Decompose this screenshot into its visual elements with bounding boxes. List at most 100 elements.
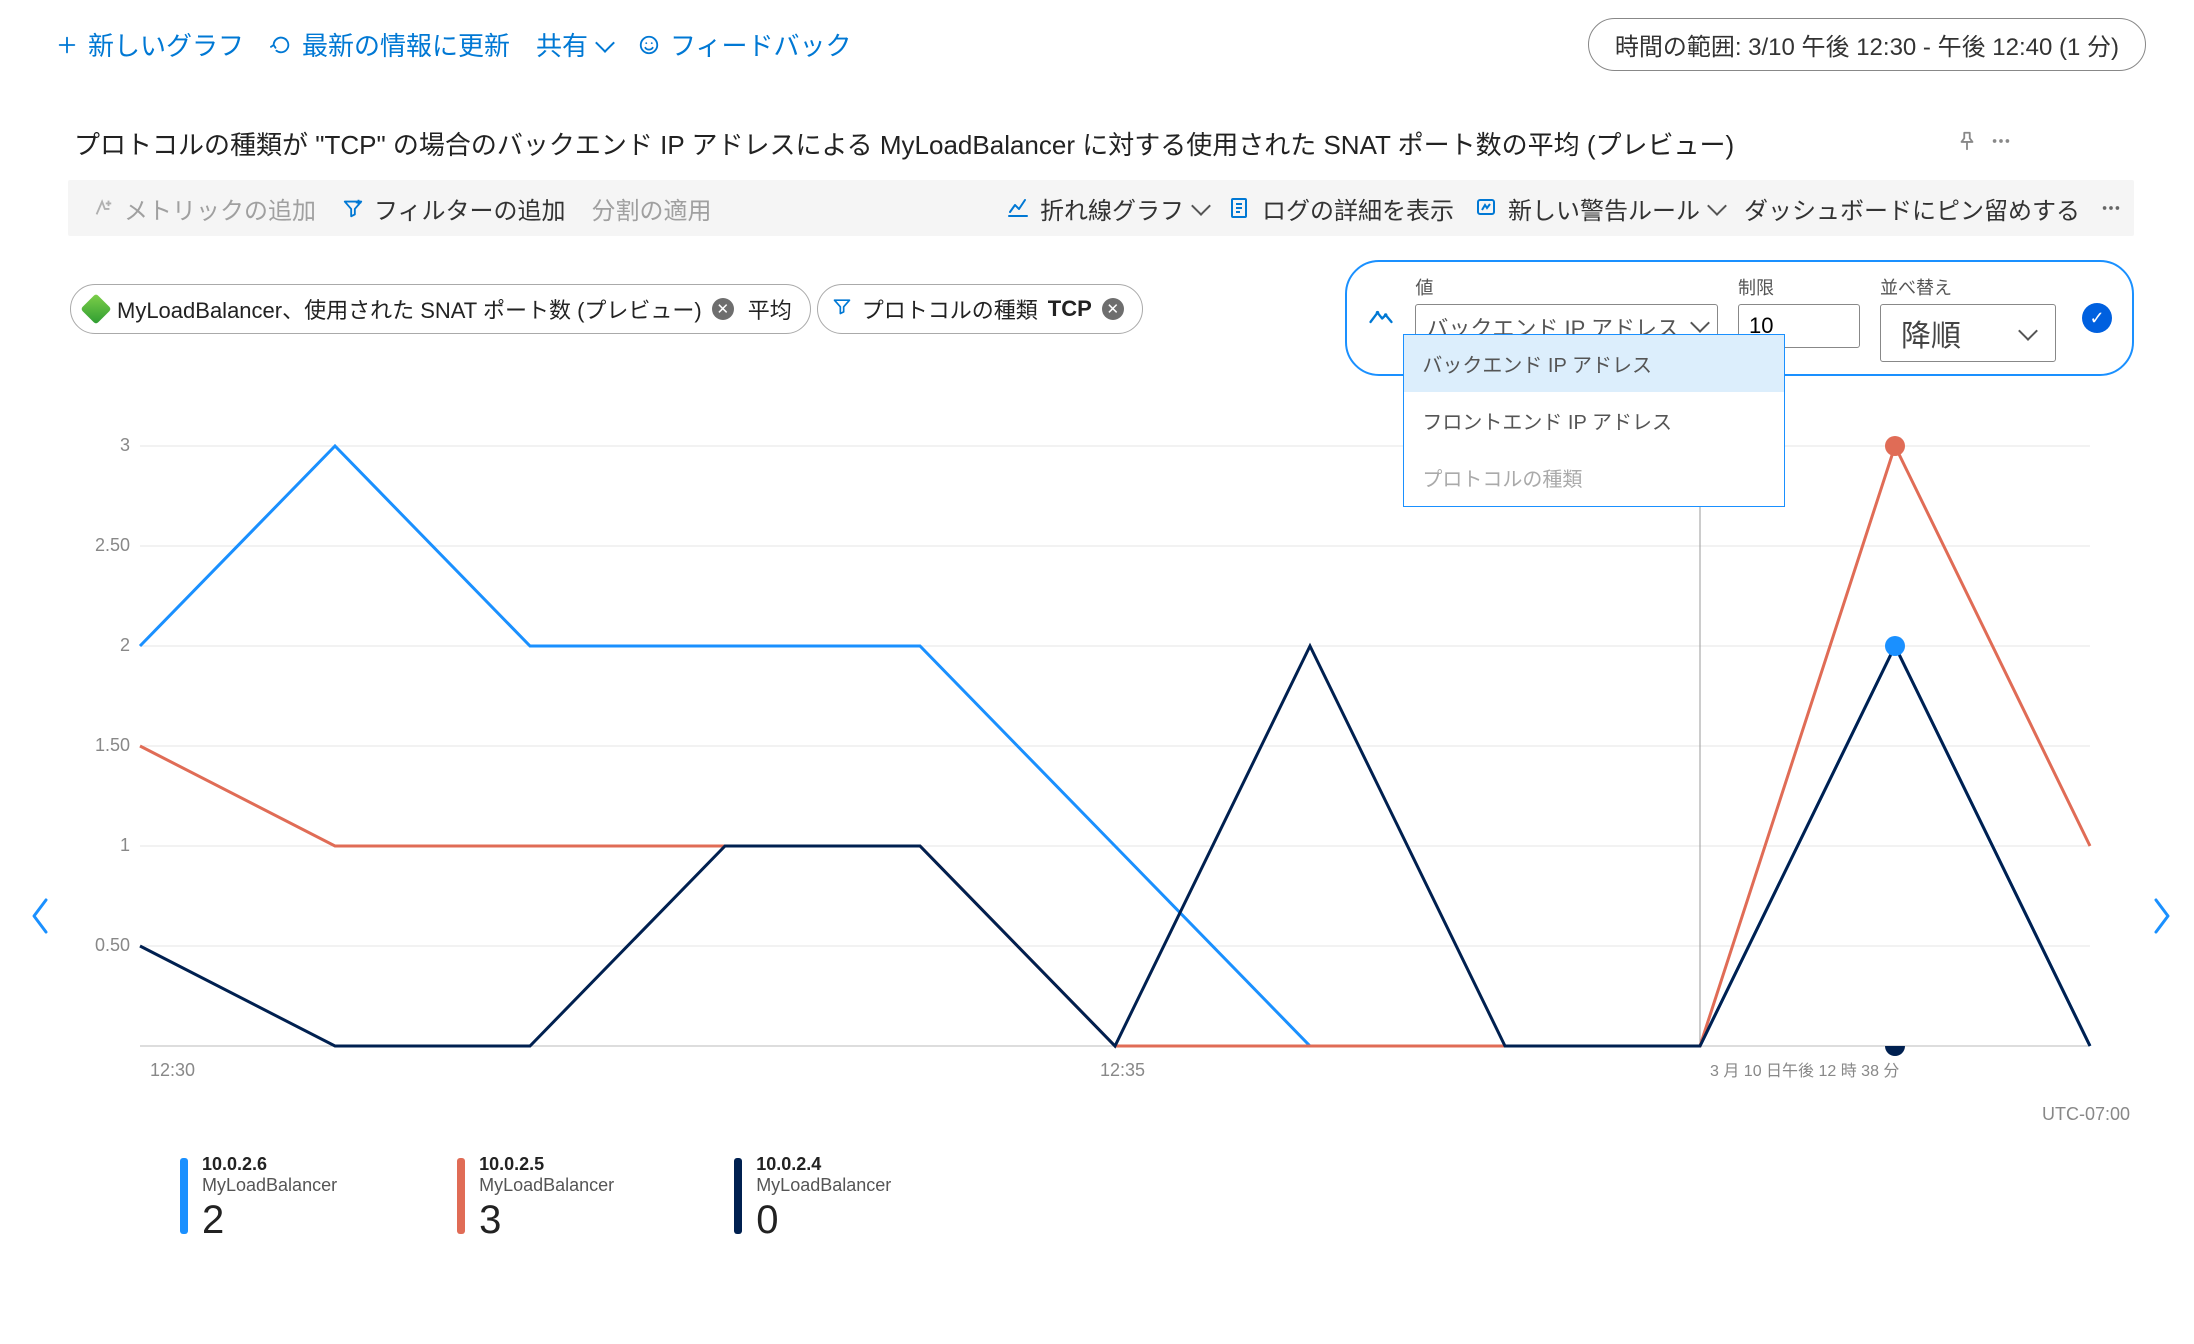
new-alert-label: 新しい警告ルール	[1508, 191, 1700, 226]
legend-entry-2[interactable]: 10.0.2.5 MyLoadBalancer 3	[457, 1154, 614, 1243]
legend-entry-1[interactable]: 10.0.2.6 MyLoadBalancer 2	[180, 1154, 337, 1243]
apply-split-button[interactable]: 分割の適用	[592, 191, 712, 226]
smile-icon	[638, 34, 660, 56]
line-chart-icon	[1006, 196, 1030, 220]
legend-swatch	[180, 1158, 188, 1234]
data-point-s3	[1885, 1046, 1905, 1056]
y-tick: 2.50	[95, 535, 130, 555]
dropdown-option-frontend[interactable]: フロントエンド IP アドレス	[1404, 392, 1784, 449]
chart-type-button[interactable]: 折れ線グラフ	[1006, 191, 1208, 226]
data-point-s1	[1885, 636, 1905, 656]
refresh-icon	[270, 34, 292, 56]
legend-value: 0	[756, 1198, 891, 1243]
chevron-down-icon	[598, 36, 612, 54]
refresh-label: 最新の情報に更新	[302, 26, 510, 63]
legend-value: 2	[202, 1198, 337, 1243]
legend-resource: MyLoadBalancer	[202, 1175, 337, 1196]
plus-icon	[56, 34, 78, 56]
chart-title-row: プロトコルの種類が "TCP" の場合のバックエンド IP アドレスによる My…	[0, 83, 2194, 176]
filter-value-label: TCP	[1048, 296, 1092, 322]
more-icon[interactable]	[1990, 128, 2012, 159]
close-icon[interactable]: ✕	[1102, 298, 1124, 320]
share-button[interactable]: 共有	[536, 26, 612, 63]
filter-icon	[832, 296, 852, 322]
legend-swatch	[734, 1158, 742, 1234]
metric-agg-label: 平均	[748, 293, 792, 325]
split-pill: 値 バックエンド IP アドレス 制限 並べ替え 降順 ✓ バックエンド IP …	[1345, 260, 2134, 376]
alert-icon	[1474, 196, 1498, 220]
apply-split-label: 分割の適用	[592, 191, 712, 226]
metric-pill[interactable]: MyLoadBalancer、使用された SNAT ポート数 (プレビュー) ✕…	[70, 284, 811, 334]
legend-name: 10.0.2.6	[202, 1154, 337, 1175]
add-metric-label: メトリックの追加	[124, 191, 316, 226]
chart-next-button[interactable]	[2148, 896, 2176, 946]
sparkle-icon	[92, 197, 114, 219]
new-chart-button[interactable]: 新しいグラフ	[56, 26, 244, 63]
refresh-button[interactable]: 最新の情報に更新	[270, 26, 510, 63]
y-tick: 1.50	[95, 735, 130, 755]
legend-name: 10.0.2.4	[756, 1154, 891, 1175]
thumbtack-icon[interactable]	[1956, 128, 1978, 159]
filter-field-label: プロトコルの種類	[862, 293, 1038, 325]
x-tick: 12:35	[1100, 1060, 1145, 1080]
share-label: 共有	[536, 26, 588, 63]
pin-label: ダッシュボードにピン留めする	[1744, 191, 2080, 226]
data-point-s2	[1885, 436, 1905, 456]
chart-type-label: 折れ線グラフ	[1040, 191, 1184, 226]
chart-area: 3 2.50 2 1.50 1 0.50 12:30 12:35 3 月 10 …	[70, 416, 2134, 1243]
x-tick: 12:30	[150, 1060, 195, 1080]
add-filter-label: フィルターの追加	[374, 191, 566, 226]
dropdown-option-backend[interactable]: バックエンド IP アドレス	[1404, 335, 1784, 392]
new-alert-button[interactable]: 新しい警告ルール	[1474, 191, 1724, 226]
legend-entry-3[interactable]: 10.0.2.4 MyLoadBalancer 0	[734, 1154, 891, 1243]
chevron-down-icon	[1710, 199, 1724, 217]
pills-row: MyLoadBalancer、使用された SNAT ポート数 (プレビュー) ✕…	[70, 260, 2134, 376]
feedback-button[interactable]: フィードバック	[638, 26, 851, 63]
new-chart-label: 新しいグラフ	[88, 26, 244, 63]
y-tick: 0.50	[95, 935, 130, 955]
legend-resource: MyLoadBalancer	[756, 1175, 891, 1196]
more-icon	[2100, 197, 2122, 219]
limit-label: 制限	[1738, 274, 1860, 300]
filter-pill[interactable]: プロトコルの種類 TCP ✕	[817, 284, 1143, 334]
chart-title: プロトコルの種類が "TCP" の場合のバックエンド IP アドレスによる My…	[74, 125, 1734, 162]
topbar: 新しいグラフ 最新の情報に更新 共有 フィードバック 時間の範囲: 3/10 午…	[0, 0, 2194, 83]
pin-button[interactable]: ダッシュボードにピン留めする	[1744, 191, 2080, 226]
time-marker-label: 3 月 10 日午後 12 時 38 分	[1710, 1062, 1899, 1080]
sort-selected: 降順	[1901, 311, 1961, 355]
value-dropdown-list: バックエンド IP アドレス フロントエンド IP アドレス プロトコルの種類	[1403, 334, 1785, 507]
legend-swatch	[457, 1158, 465, 1234]
drill-logs-label: ログの詳細を表示	[1262, 191, 1454, 226]
dropdown-option-protocol: プロトコルの種類	[1404, 449, 1784, 506]
chart-prev-button[interactable]	[26, 896, 54, 946]
add-metric-button[interactable]: メトリックの追加	[92, 191, 316, 226]
legend: 10.0.2.6 MyLoadBalancer 2 10.0.2.5 MyLoa…	[180, 1154, 2134, 1243]
close-icon[interactable]: ✕	[712, 298, 734, 320]
timezone-label: UTC-07:00	[2042, 1104, 2130, 1125]
value-label: 値	[1415, 274, 1718, 300]
time-range-pill[interactable]: 時間の範囲: 3/10 午後 12:30 - 午後 12:40 (1 分)	[1588, 18, 2146, 71]
y-tick: 3	[120, 435, 130, 455]
filter-plus-icon	[342, 197, 364, 219]
legend-name: 10.0.2.5	[479, 1154, 614, 1175]
legend-value: 3	[479, 1198, 614, 1243]
resource-diamond-icon	[80, 293, 111, 324]
chart-toolbar: メトリックの追加 フィルターの追加 分割の適用 折れ線グラフ ログの詳細を表示	[68, 180, 2134, 236]
y-tick: 1	[120, 835, 130, 855]
toolbar-more-button[interactable]	[2100, 197, 2122, 219]
chevron-down-icon	[2021, 316, 2035, 350]
logs-icon	[1228, 196, 1252, 220]
sort-dropdown[interactable]: 降順	[1880, 304, 2056, 362]
split-icon	[1367, 301, 1395, 335]
line-chart[interactable]: 3 2.50 2 1.50 1 0.50 12:30 12:35 3 月 10 …	[70, 416, 2110, 1136]
feedback-label: フィードバック	[670, 26, 851, 63]
drill-logs-button[interactable]: ログの詳細を表示	[1228, 191, 1454, 226]
legend-resource: MyLoadBalancer	[479, 1175, 614, 1196]
add-filter-button[interactable]: フィルターの追加	[342, 191, 566, 226]
time-range-label: 時間の範囲: 3/10 午後 12:30 - 午後 12:40 (1 分)	[1615, 34, 2119, 61]
metric-pill-label: MyLoadBalancer、使用された SNAT ポート数 (プレビュー)	[117, 293, 702, 325]
apply-check-button[interactable]: ✓	[2082, 303, 2112, 333]
sort-label: 並べ替え	[1880, 274, 2056, 300]
y-tick: 2	[120, 635, 130, 655]
chevron-down-icon	[1194, 199, 1208, 217]
